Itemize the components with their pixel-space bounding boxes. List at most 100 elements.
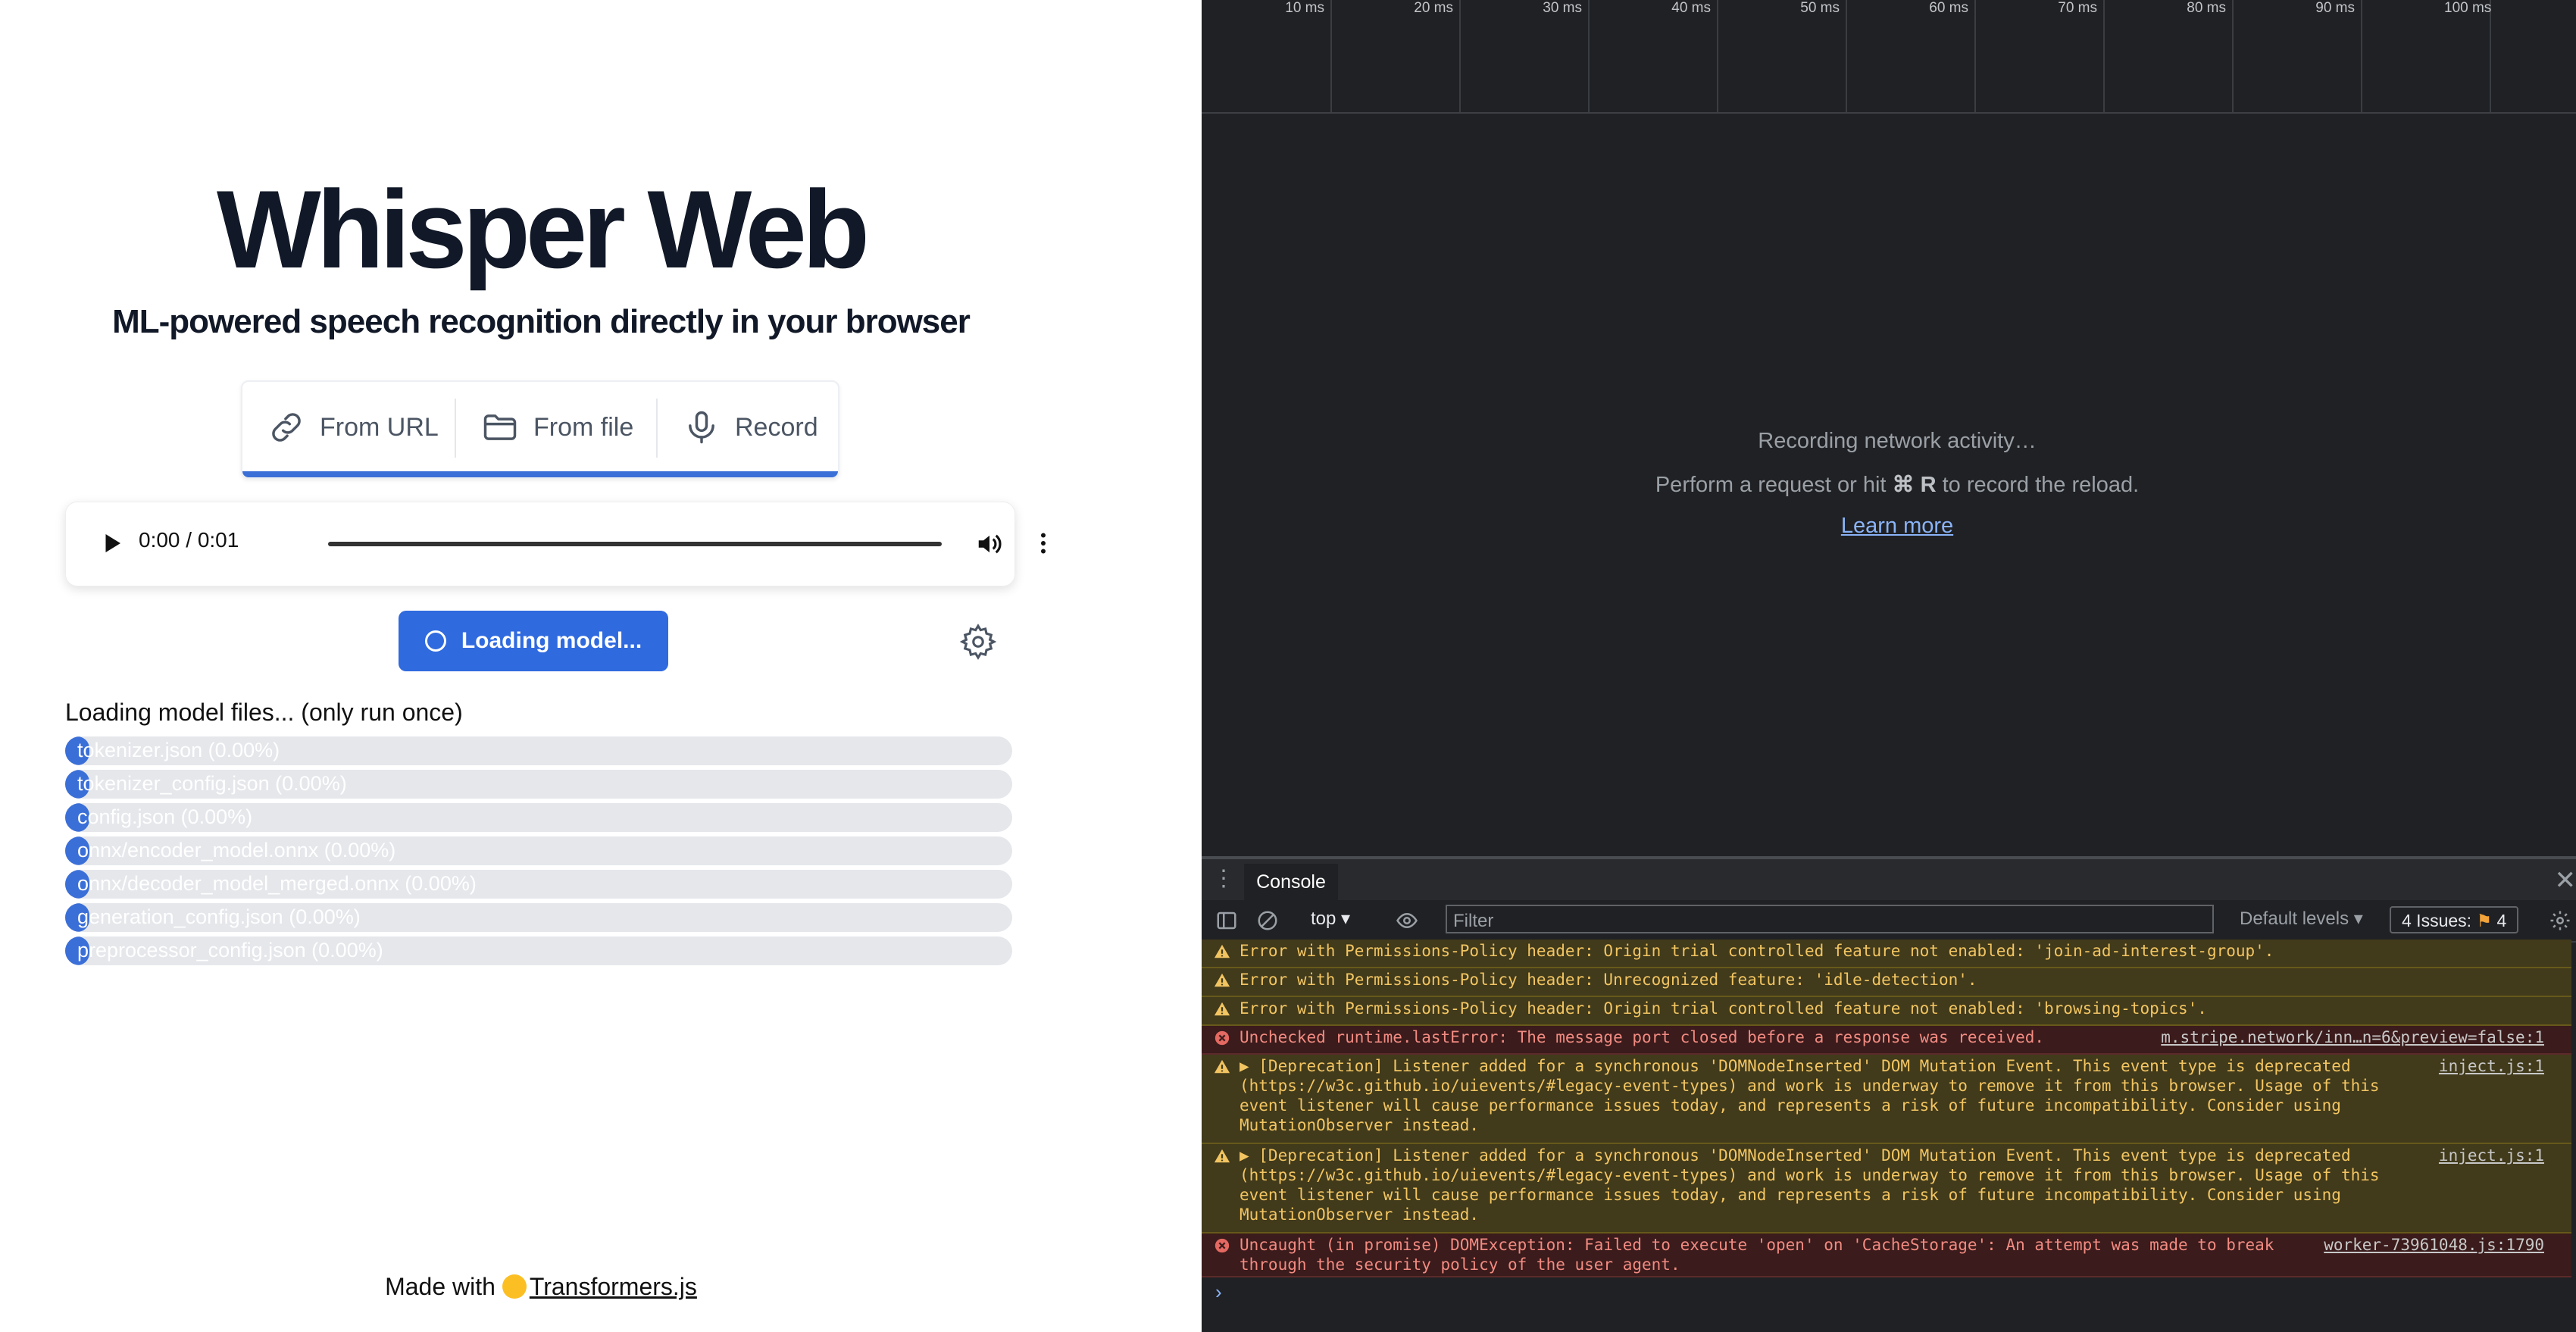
console-message[interactable]: ▶ [Deprecation] Listener added for a syn… (1202, 1144, 2571, 1234)
timeline-tick-label: 30 ms (1543, 0, 1582, 16)
console-message[interactable]: Error with Permissions-Policy header: Or… (1202, 997, 2571, 1026)
console-message-source-link[interactable]: inject.js:1 (2439, 1056, 2544, 1076)
timeline-gridline (1588, 0, 1590, 112)
footer-text: Made with (385, 1273, 496, 1300)
file-progress-row: preprocessor_config.json (0.00%) (65, 936, 1012, 965)
timeline-tick-label: 1 (2573, 0, 2576, 17)
console-message-text: ▶ [Deprecation] Listener added for a syn… (1240, 1057, 2390, 1134)
tab-divider (656, 399, 658, 458)
warning-icon (1214, 1002, 1230, 1016)
warning-icon (1214, 944, 1230, 958)
learn-more-row: Learn more (1202, 514, 2576, 539)
microphone-icon (689, 411, 714, 444)
issues-label: 4 Issues: (2402, 911, 2472, 930)
file-progress-label: onnx/encoder_model.onnx (0.00%) (77, 839, 396, 861)
issues-count: 4 (2496, 911, 2507, 930)
files-heading: Loading model files... (only run once) (65, 699, 463, 726)
tab-label: Record (735, 412, 818, 442)
drawer-menu-icon[interactable]: ⋮ (1212, 865, 1235, 892)
load-model-button[interactable]: Loading model... (399, 611, 668, 671)
record-hint: Perform a request or hit ⌘ R to record t… (1202, 471, 2576, 498)
more-options-icon[interactable] (1030, 530, 1057, 557)
sidebar-toggle-icon[interactable] (1215, 909, 1238, 932)
console-message-source-link[interactable]: inject.js:1 (2439, 1146, 2544, 1165)
file-progress-row: onnx/decoder_model_merged.onnx (0.00%) (65, 870, 1012, 899)
audio-seek-bar[interactable] (328, 542, 942, 546)
console-message[interactable]: Unchecked runtime.lastError: The message… (1202, 1026, 2571, 1055)
timeline-gridline (1459, 0, 1461, 112)
timeline-gridline (2103, 0, 2105, 112)
file-progress-row: tokenizer_config.json (0.00%) (65, 770, 1012, 799)
console-settings-gear-icon[interactable] (2549, 909, 2571, 932)
tab-label: From URL (320, 412, 439, 442)
recording-status: Recording network activity… (1758, 429, 2037, 453)
timeline-tick-label: 70 ms (2058, 0, 2097, 16)
timeline-tick-label: 10 ms (1285, 0, 1324, 16)
context-selector[interactable]: top ▾ (1311, 908, 1350, 930)
timeline-gridline (2361, 0, 2362, 112)
console-message[interactable]: Uncaught (in promise) DOMException: Fail… (1202, 1234, 2571, 1277)
timeline-tick-label: 50 ms (1800, 0, 1840, 16)
console-message[interactable]: Error with Permissions-Policy header: Or… (1202, 940, 2571, 968)
footer: Made with Transformers.js (0, 1273, 1082, 1301)
console-message-text: ▶ [Deprecation] Listener added for a syn… (1240, 1146, 2390, 1224)
console-message[interactable]: ▶ [Deprecation] Listener added for a syn… (1202, 1055, 2571, 1144)
console-message-text: Error with Permissions-Policy header: Un… (1240, 971, 1977, 989)
audio-player: 0:00 / 0:01 (65, 502, 1046, 586)
tab-label: From file (533, 412, 634, 442)
volume-icon[interactable] (975, 530, 1004, 558)
file-progress-label: tokenizer_config.json (0.00%) (77, 772, 347, 795)
timeline-tick-label: 100 ms (2444, 0, 2492, 16)
file-progress-row: generation_config.json (0.00%) (65, 903, 1012, 932)
console-message-source-link[interactable]: worker-73961048.js:1790 (2324, 1235, 2544, 1255)
timeline-tick-label: 40 ms (1671, 0, 1711, 16)
console-message-source-link[interactable]: m.stripe.network/inn…n=6&preview=false:1 (2161, 1027, 2544, 1047)
settings-gear-icon[interactable] (959, 623, 997, 661)
error-icon (1215, 1030, 1230, 1046)
audio-source-tabs: From URL From file Record (241, 380, 839, 479)
close-drawer-icon[interactable]: ✕ (2555, 865, 2576, 896)
console-toolbar: top ▾ Filter Default levels ▾ 4 Issues: … (1202, 900, 2576, 943)
console-prompt-icon[interactable]: › (1215, 1280, 1222, 1304)
clear-console-icon[interactable] (1256, 909, 1279, 932)
tab-from-url[interactable]: From URL (267, 382, 439, 473)
folder-icon (483, 414, 517, 440)
console-message-text: Error with Permissions-Policy header: Or… (1240, 942, 2274, 960)
issues-badge[interactable]: 4 Issues: ⚑ 4 (2390, 906, 2519, 933)
learn-more-link[interactable]: Learn more (1841, 514, 1953, 538)
timeline-gridline (2232, 0, 2234, 112)
tab-divider (455, 399, 456, 458)
file-progress-label: preprocessor_config.json (0.00%) (77, 939, 383, 961)
eye-icon[interactable] (1394, 909, 1420, 932)
file-progress-label: config.json (0.00%) (77, 805, 253, 828)
warning-icon (1214, 973, 1230, 987)
log-levels-dropdown[interactable]: Default levels ▾ (2240, 908, 2363, 930)
network-timeline: 10 ms 20 ms 30 ms 40 ms 50 ms 60 ms 70 ms 80 ms… (1202, 0, 2576, 114)
tab-from-file[interactable]: From file (480, 382, 633, 473)
log-levels-value: Default levels (2240, 908, 2349, 929)
timeline-gridline (2490, 0, 2491, 112)
audio-time: 0:00 / 0:01 (139, 528, 239, 552)
transformers-link[interactable]: Transformers.js (530, 1273, 697, 1300)
timeline-gridline (1846, 0, 1847, 112)
tab-record[interactable]: Record (682, 382, 818, 473)
context-value: top (1311, 908, 1336, 929)
console-message-text: Error with Permissions-Policy header: Or… (1240, 999, 2207, 1018)
timeline-tick-label: 60 ms (1929, 0, 1968, 16)
timeline-tick-label: 80 ms (2187, 0, 2226, 16)
timeline-gridline (1974, 0, 1976, 112)
link-icon (272, 413, 301, 442)
tab-console[interactable]: Console (1244, 864, 1338, 900)
error-icon (1215, 1238, 1230, 1253)
active-tab-indicator (242, 471, 838, 477)
file-progress-row: onnx/encoder_model.onnx (0.00%) (65, 836, 1012, 865)
console-message[interactable]: Error with Permissions-Policy header: Un… (1202, 968, 2571, 997)
play-icon[interactable] (98, 530, 125, 557)
timeline-tick-label: 20 ms (1414, 0, 1453, 16)
page-title: Whisper Web (216, 167, 870, 291)
whisper-web-app: Whisper Web ML-powered speech recognitio… (0, 0, 1202, 1332)
timeline-gridline (1330, 0, 1332, 112)
file-progress-row: tokenizer.json (0.00%) (65, 736, 1012, 765)
console-filter-input[interactable]: Filter (1446, 905, 2214, 933)
timeline-tick-label: 90 ms (2315, 0, 2355, 16)
